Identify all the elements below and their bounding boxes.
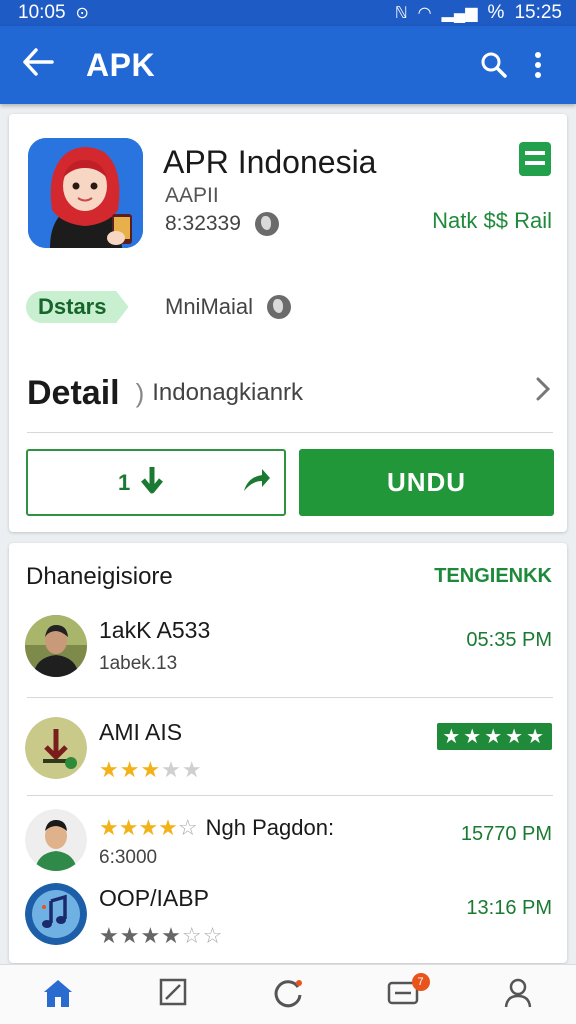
home-icon	[41, 977, 75, 1014]
nfc-icon: ℕ	[394, 5, 408, 22]
status-clock: 15:25	[514, 2, 562, 23]
list-item-title: OOP/IABP	[99, 885, 209, 911]
nav-profile[interactable]	[461, 965, 576, 1024]
chevron-right-icon	[535, 376, 551, 410]
rating-stars: ★★★★★	[99, 757, 203, 782]
divider	[27, 697, 553, 698]
detail-value: Indonagkianrk	[152, 379, 304, 406]
list-item[interactable]: AMI AIS ★★★★★ ★★★★★	[9, 717, 567, 799]
signal-icon: ▂▄▆	[441, 5, 478, 22]
share-arrow-icon	[242, 467, 272, 499]
battery-indicator: %	[487, 2, 505, 23]
rating-stars: ★★★★☆	[99, 815, 198, 840]
list-item[interactable]: 1akK A533 1abek.13 05:35 PM	[9, 615, 567, 697]
app-bar: APK	[0, 26, 576, 104]
rating-badge: ★★★★★	[437, 723, 552, 750]
bottom-navigation: 7	[0, 964, 576, 1024]
detail-separator: )	[135, 377, 145, 408]
list-item-title: 1akK A533	[99, 617, 211, 643]
sync-icon: ⊙	[75, 5, 89, 22]
profile-icon	[503, 977, 533, 1014]
nav-messages[interactable]: 7	[346, 965, 461, 1024]
refresh-icon	[272, 977, 304, 1014]
list-item-title: AMI AIS	[99, 719, 183, 745]
nav-home[interactable]	[0, 965, 115, 1024]
list-item-time: 13:16 PM	[466, 897, 552, 919]
edit-icon	[158, 977, 188, 1012]
globe-icon	[254, 212, 279, 236]
wifi-icon: ◠	[417, 5, 432, 22]
status-side-text: MniMaial	[165, 294, 254, 319]
list-heading: Dhaneigisiore	[26, 563, 173, 590]
status-side-row: MniMaial	[165, 294, 292, 320]
back-arrow-icon[interactable]	[22, 48, 68, 82]
app-price: Natk $$ Rail	[432, 208, 552, 233]
avatar	[25, 717, 87, 779]
rating-row: ★★★★☆ Ngh Pagdon:	[99, 815, 334, 841]
rating-stars: ★★★★☆☆	[99, 923, 224, 948]
avatar	[25, 809, 87, 871]
detail-row[interactable]: Detail ) Indonagkianrk	[9, 354, 567, 432]
app-name: APR Indonesia	[163, 144, 377, 180]
download-size-button[interactable]: 1	[26, 449, 286, 516]
list-item-time: 15770 PM	[460, 823, 552, 845]
download-icon	[140, 465, 164, 501]
list-item[interactable]: ★★★★☆ Ngh Pagdon: 6:3000 15770 PM	[9, 809, 567, 891]
divider	[27, 795, 553, 796]
detail-title: Detail	[27, 373, 120, 412]
list-item[interactable]: OOP/IABP ★★★★☆☆ 13:16 PM	[9, 883, 567, 965]
status-bar: 10:05 ⊙ ℕ ◠ ▂▄▆ % 15:25	[0, 0, 576, 26]
status-pill[interactable]: Dstars	[26, 291, 129, 323]
app-bar-title: APK	[86, 46, 156, 83]
app-info-card: APR Indonesia AAPII 8:32339 Natk $$ Rail…	[9, 114, 567, 532]
list-item-subtitle: 1abek.13	[99, 653, 178, 674]
reviews-card: Dhaneigisiore TENGIENKK 1akK A533 1abek.…	[9, 543, 567, 963]
app-icon	[28, 138, 143, 248]
list-item-subtitle: 6:3000	[99, 847, 158, 868]
list-see-all-link[interactable]: TENGIENKK	[434, 565, 552, 588]
notification-badge: 7	[411, 973, 430, 991]
list-item-time: 05:35 PM	[466, 629, 552, 651]
globe-icon	[267, 295, 292, 319]
divider	[27, 432, 553, 433]
more-options-icon[interactable]	[516, 52, 560, 78]
nav-edit[interactable]	[115, 965, 230, 1024]
nav-refresh[interactable]	[230, 965, 345, 1024]
bookmark-icon[interactable]	[519, 142, 551, 176]
app-version-row: 8:32339	[165, 212, 279, 236]
avatar	[25, 615, 87, 677]
install-button[interactable]: UNDU	[299, 449, 554, 516]
search-icon[interactable]	[472, 52, 516, 78]
app-version: 8:32339	[165, 212, 241, 235]
status-time: 10:05	[18, 2, 66, 23]
list-item-title: Ngh Pagdon:	[205, 815, 335, 840]
download-size-label: 1	[118, 469, 131, 495]
app-developer: AAPII	[165, 184, 219, 207]
avatar	[25, 883, 87, 945]
